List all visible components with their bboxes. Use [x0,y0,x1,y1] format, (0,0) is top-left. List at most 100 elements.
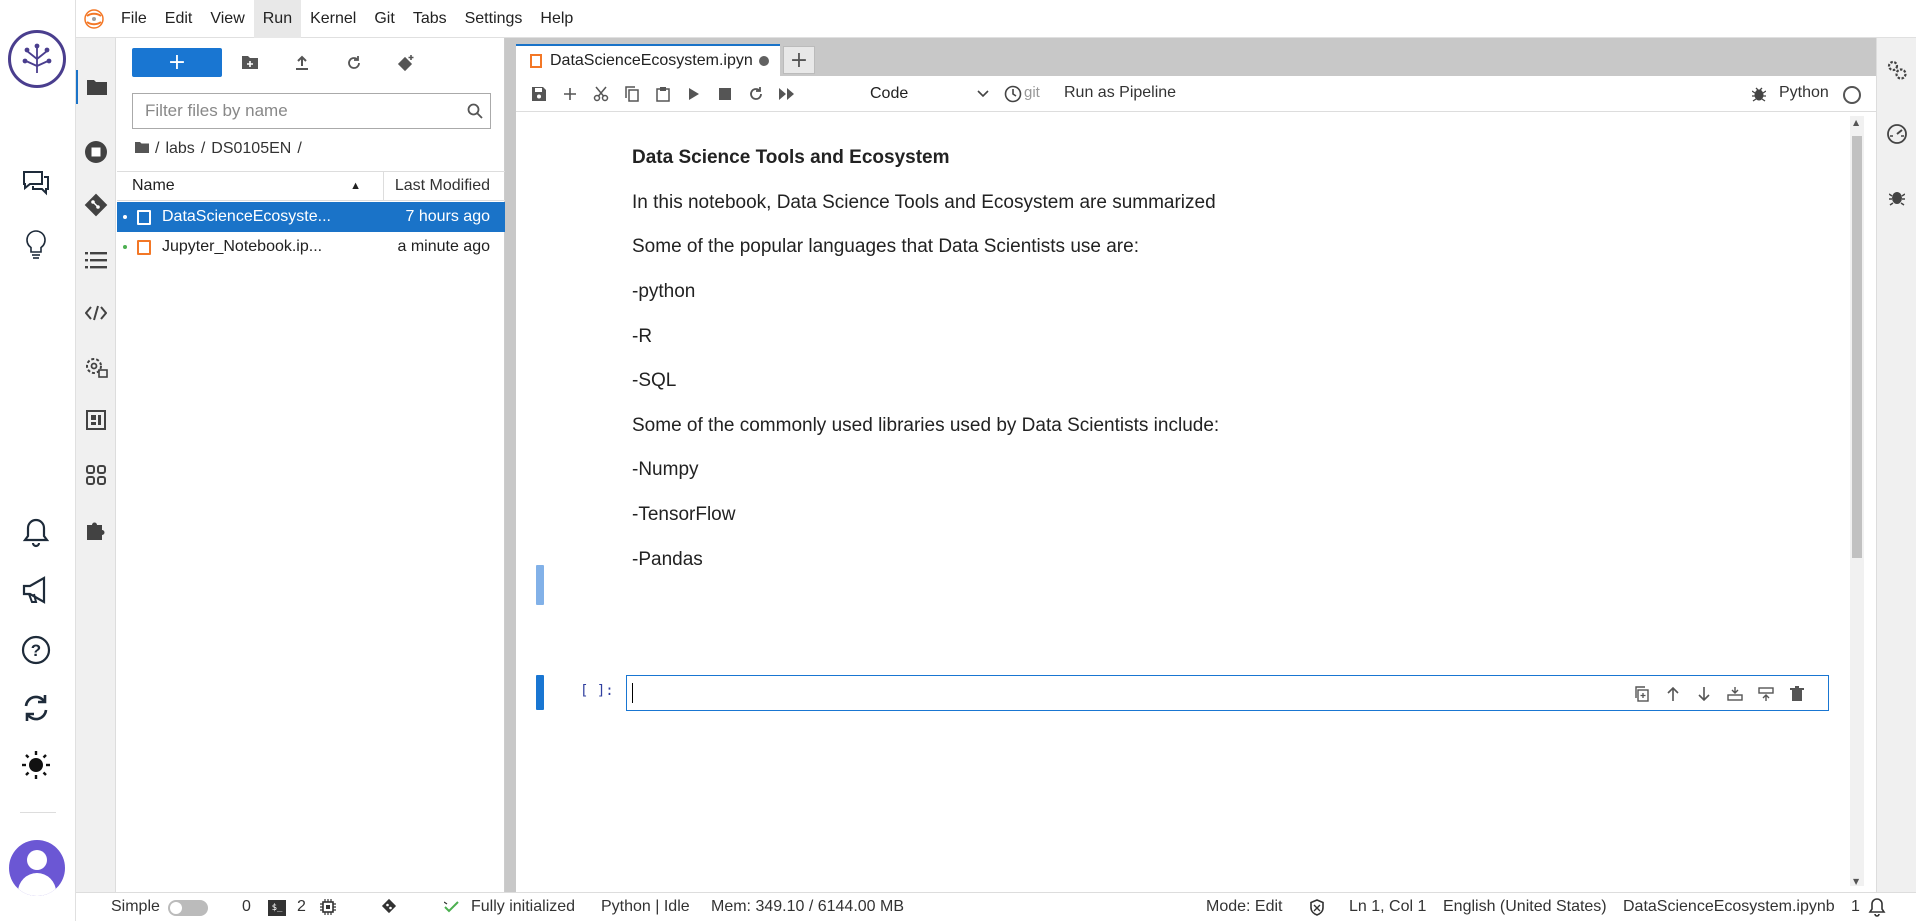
delete-cell-icon[interactable] [1784,681,1810,707]
git-icon[interactable] [81,188,111,222]
file-name: DataScienceEcosyste... [162,208,331,225]
save-icon[interactable] [525,80,553,108]
git-status-icon[interactable] [380,897,398,920]
cut-icon[interactable] [587,80,615,108]
memory-usage: Mem: 349.10 / 6144.00 MB [711,898,904,915]
notification-bell-icon[interactable] [1868,897,1886,922]
code-cell-collapser[interactable] [536,675,544,710]
table-of-contents-icon[interactable] [81,243,111,277]
upload-icon[interactable] [287,48,317,77]
scroll-up-arrow-icon[interactable]: ▲ [1853,118,1859,127]
extension-grid-icon[interactable] [81,458,111,492]
duplicate-cell-icon[interactable] [1629,681,1655,707]
theme-sun-icon[interactable] [16,745,56,785]
display-language[interactable]: English (United States) [1443,898,1607,916]
markdown-paragraph: -R [632,326,653,347]
resource-gauge-icon[interactable] [1883,120,1911,148]
kernels-count[interactable]: 2 [297,898,306,916]
panel-splitter[interactable] [505,38,516,892]
markdown-cell-collapser[interactable] [536,565,544,605]
scrollbar-thumb[interactable] [1852,136,1862,558]
debugger-icon[interactable] [1883,183,1911,211]
running-kernels-icon[interactable] [81,135,111,169]
code-snippets-icon[interactable] [81,296,111,330]
simple-mode-toggle[interactable] [168,900,208,916]
git-clone-icon[interactable] [391,48,421,77]
runtime-settings-icon[interactable] [81,350,111,384]
menu-git[interactable]: Git [365,0,403,38]
new-tab-button[interactable]: + [783,46,815,74]
stop-icon[interactable] [711,80,739,108]
breadcrumb-ds0105en[interactable]: DS0105EN [211,140,291,158]
file-modified: a minute ago [397,238,490,255]
scroll-down-arrow-icon[interactable]: ▼ [1853,877,1859,886]
refresh-icon[interactable] [339,48,369,77]
restart-icon[interactable] [742,80,770,108]
markdown-paragraph: Some of the commonly used libraries used… [632,415,1220,436]
insert-below-icon[interactable] [1753,681,1779,707]
move-down-icon[interactable] [1691,681,1717,707]
copy-icon[interactable] [618,80,646,108]
component-catalog-icon[interactable] [81,403,111,437]
lsp-check-icon[interactable] [443,900,460,919]
notebook-scrollbar[interactable]: ▲ ▼ [1850,116,1864,886]
paste-icon[interactable] [649,80,677,108]
run-as-pipeline-button[interactable]: Run as Pipeline [1064,84,1176,102]
move-up-icon[interactable] [1660,681,1686,707]
file-row[interactable]: Jupyter_Notebook.ip... a minute ago [117,232,505,262]
shield-check-icon[interactable] [1309,899,1325,921]
megaphone-icon[interactable] [16,570,56,610]
refresh-sync-icon[interactable] [16,688,56,728]
menu-file[interactable]: File [112,0,156,38]
debugger-bug-icon[interactable] [1745,80,1773,108]
menu-help[interactable]: Help [531,0,582,38]
menu-tabs[interactable]: Tabs [404,0,456,38]
notebook-panel: DataScienceEcosystem.ipyn + Code git Run… [516,38,1876,892]
puzzle-extensions-icon[interactable] [81,513,111,547]
menu-edit[interactable]: Edit [156,0,202,38]
filter-input[interactable] [133,95,460,127]
kernel-chip-icon[interactable] [320,899,336,920]
app-logo[interactable] [8,30,66,88]
new-folder-icon[interactable] [235,48,265,77]
lightbulb-icon[interactable] [16,225,56,265]
current-filename: DataScienceEcosystem.ipynb [1623,898,1835,915]
kernel-status-indicator [1843,86,1861,104]
kernel-name-button[interactable]: Python [1779,84,1829,102]
column-name-header[interactable]: Name ▲ [132,172,384,200]
clock-icon[interactable] [999,80,1027,108]
column-modified-header[interactable]: Last Modified [395,172,490,200]
file-list-header: Name ▲ Last Modified [117,171,505,201]
home-folder-icon[interactable] [135,140,149,158]
unsaved-dot-icon[interactable] [758,56,769,66]
fast-forward-icon[interactable] [773,80,801,108]
new-launcher-button[interactable]: + [132,48,222,77]
kernel-status-text[interactable]: Python | Idle [601,898,690,916]
tab-notebook[interactable]: DataScienceEcosystem.ipyn [516,44,780,76]
markdown-paragraph: -TensorFlow [632,504,736,525]
notification-count[interactable]: 1 [1851,898,1860,916]
cursor-position[interactable]: Ln 1, Col 1 [1349,898,1426,916]
insert-cell-icon[interactable] [556,80,584,108]
code-cell-editor[interactable] [626,675,1829,711]
lsp-status[interactable]: Fully initialized [471,898,575,916]
menu-view[interactable]: View [201,0,253,38]
markdown-paragraph: -SQL [632,370,677,391]
user-avatar[interactable] [9,840,65,896]
menu-kernel[interactable]: Kernel [301,0,365,38]
help-icon[interactable]: ? [16,630,56,670]
folder-icon[interactable] [76,70,116,104]
terminal-icon[interactable]: $_ [268,900,286,916]
cell-type-select[interactable]: Code [870,82,990,106]
terminals-count[interactable]: 0 [242,898,251,916]
menu-settings[interactable]: Settings [456,0,532,38]
breadcrumb-labs[interactable]: labs [165,140,194,158]
insert-above-icon[interactable] [1722,681,1748,707]
bell-icon[interactable] [16,512,56,552]
menu-run[interactable]: Run [253,0,302,38]
file-row[interactable]: DataScienceEcosyste... 7 hours ago [117,202,505,232]
chat-icon[interactable] [16,162,56,202]
git-diff-button[interactable]: git [1024,84,1040,101]
run-icon[interactable] [680,80,708,108]
property-inspector-gears-icon[interactable] [1883,56,1911,84]
